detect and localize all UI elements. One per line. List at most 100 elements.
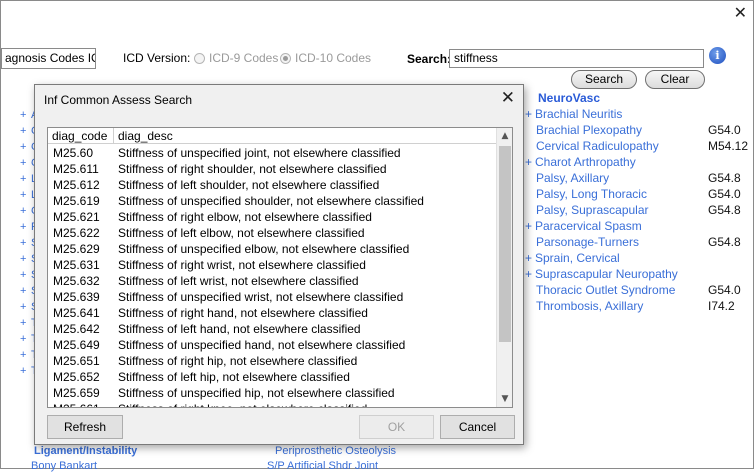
refresh-button[interactable]: Refresh xyxy=(47,415,123,439)
neurovasc-item[interactable]: Palsy, Axillary G54.8 xyxy=(525,171,751,187)
expand-icon[interactable]: + xyxy=(20,157,26,169)
expand-icon[interactable]: + xyxy=(20,109,26,121)
diag-desc-cell: Stiffness of left hand, not elsewhere cl… xyxy=(118,322,361,336)
neurovasc-item[interactable]: Parsonage-Turners G54.8 xyxy=(525,235,751,251)
window-close-icon[interactable]: ✕ xyxy=(734,5,747,21)
neurovasc-item[interactable]: Brachial Plexopathy G54.0 xyxy=(525,123,751,139)
expand-icon[interactable]: + xyxy=(525,251,532,265)
expand-icon[interactable]: + xyxy=(20,285,26,297)
expand-icon[interactable]: + xyxy=(20,221,26,233)
category-link[interactable]: Ligament/Instability xyxy=(34,445,137,457)
neurovasc-item[interactable]: + Sprain, Cervical xyxy=(525,251,751,267)
table-row[interactable]: M25.622 Stiffness of left elbow, not else… xyxy=(48,225,497,241)
table-row[interactable]: M25.659 Stiffness of unspecified hip, not… xyxy=(48,385,497,401)
expand-icon[interactable]: + xyxy=(20,253,26,265)
diag-code-cell: M25.649 xyxy=(53,338,100,352)
expand-icon[interactable]: + xyxy=(20,333,26,345)
expand-icon[interactable]: + xyxy=(20,301,26,313)
table-row[interactable]: M25.649 Stiffness of unspecified hand, no… xyxy=(48,337,497,353)
clear-button[interactable]: Clear xyxy=(645,70,705,89)
expand-icon[interactable]: + xyxy=(20,141,26,153)
expand-icon[interactable]: + xyxy=(20,173,26,185)
neurovasc-item[interactable]: Palsy, Suprascapular G54.8 xyxy=(525,203,751,219)
neurovasc-item[interactable]: + Suprascapular Neuropathy xyxy=(525,267,751,283)
neurovasc-item[interactable]: Thoracic Outlet Syndrome G54.0 xyxy=(525,283,751,299)
neurovasc-item-label[interactable]: Cervical Radiculopathy xyxy=(536,139,659,153)
neurovasc-title: NeuroVasc xyxy=(538,91,601,105)
neurovasc-item[interactable]: Palsy, Long Thoracic G54.0 xyxy=(525,187,751,203)
icd9-radio-dot[interactable] xyxy=(194,52,205,64)
neurovasc-item-code: G54.8 xyxy=(708,235,741,249)
diag-desc-cell: Stiffness of right knee, not elsewhere c… xyxy=(118,401,367,407)
neurovasc-item-label[interactable]: Charot Arthropathy xyxy=(535,155,636,169)
ok-button[interactable]: OK xyxy=(359,415,434,439)
expand-icon[interactable]: + xyxy=(20,189,26,201)
table-row[interactable]: M25.631 Stiffness of right wrist, not els… xyxy=(48,257,497,273)
diag-code-cell: M25.621 xyxy=(53,210,100,224)
expand-icon[interactable]: + xyxy=(525,219,532,233)
expand-icon[interactable]: + xyxy=(525,267,532,281)
neurovasc-item[interactable]: + Brachial Neuritis xyxy=(525,107,751,123)
table-row[interactable]: M25.641 Stiffness of right hand, not else… xyxy=(48,305,497,321)
table-row[interactable]: M25.652 Stiffness of left hip, not elsewh… xyxy=(48,369,497,385)
expand-icon[interactable]: + xyxy=(525,107,532,121)
cancel-button[interactable]: Cancel xyxy=(440,415,515,439)
neurovasc-item-label[interactable]: Thoracic Outlet Syndrome xyxy=(536,283,675,297)
neurovasc-item[interactable]: + Charot Arthropathy xyxy=(525,155,751,171)
scroll-up-icon[interactable]: ▲ xyxy=(497,128,512,144)
search-input[interactable]: stiffness xyxy=(449,49,704,68)
category-link[interactable]: S/P Artificial Shdr Joint xyxy=(267,460,378,472)
neurovasc-item-label[interactable]: Paracervical Spasm xyxy=(535,219,642,233)
neurovasc-item-code: I74.2 xyxy=(708,299,735,313)
table-row[interactable]: M25.611 Stiffness of right shoulder, not … xyxy=(48,161,497,177)
table-row[interactable]: M25.639 Stiffness of unspecified wrist, n… xyxy=(48,289,497,305)
expand-icon[interactable]: + xyxy=(20,125,26,137)
diagnosis-codes-tab[interactable]: agnosis Codes ICD xyxy=(1,48,96,69)
table-row[interactable]: M25.629 Stiffness of unspecified elbow, n… xyxy=(48,241,497,257)
table-row[interactable]: M25.612 Stiffness of left shoulder, not e… xyxy=(48,177,497,193)
table-row[interactable]: M25.60 Stiffness of unspecified joint, no… xyxy=(48,145,497,161)
neurovasc-item-label[interactable]: Palsy, Axillary xyxy=(536,171,609,185)
diag-code-cell: M25.661 xyxy=(53,401,100,407)
scroll-down-icon[interactable]: ▼ xyxy=(497,391,512,407)
table-row[interactable]: M25.642 Stiffness of left hand, not elsew… xyxy=(48,321,497,337)
expand-icon[interactable]: + xyxy=(20,317,26,329)
category-link[interactable]: Periprosthetic Osteolysis xyxy=(275,445,396,457)
expand-icon[interactable]: + xyxy=(20,365,26,377)
neurovasc-item-label[interactable]: Brachial Plexopathy xyxy=(536,123,642,137)
neurovasc-item-label[interactable]: Suprascapular Neuropathy xyxy=(535,267,678,281)
expand-icon[interactable]: + xyxy=(20,349,26,361)
table-row[interactable]: M25.632 Stiffness of left wrist, not else… xyxy=(48,273,497,289)
neurovasc-item-label[interactable]: Sprain, Cervical xyxy=(535,251,620,265)
icd9-radio[interactable]: ICD-9 Codes xyxy=(194,51,278,65)
diag-desc-cell: Stiffness of right elbow, not elsewhere … xyxy=(118,210,372,224)
table-row[interactable]: M25.621 Stiffness of right elbow, not els… xyxy=(48,209,497,225)
table-row[interactable]: M25.619 Stiffness of unspecified shoulder… xyxy=(48,193,497,209)
info-icon[interactable]: i xyxy=(709,47,726,64)
neurovasc-item-label[interactable]: Thrombosis, Axillary xyxy=(536,299,643,313)
neurovasc-item-label[interactable]: Palsy, Long Thoracic xyxy=(536,187,647,201)
table-row[interactable]: M25.661 Stiffness of right knee, not else… xyxy=(48,401,497,407)
expand-icon[interactable]: + xyxy=(20,237,26,249)
expand-icon[interactable]: + xyxy=(20,205,26,217)
dialog-close-icon[interactable]: ✕ xyxy=(501,88,515,108)
column-header-diag-desc[interactable]: diag_desc xyxy=(114,128,497,144)
diag-desc-cell: Stiffness of left shoulder, not elsewher… xyxy=(118,178,380,192)
table-row[interactable]: M25.651 Stiffness of right hip, not elsew… xyxy=(48,353,497,369)
neurovasc-item-label[interactable]: Brachial Neuritis xyxy=(535,107,622,121)
icd10-radio[interactable]: ICD-10 Codes xyxy=(280,51,371,65)
neurovasc-item[interactable]: Thrombosis, Axillary I74.2 xyxy=(525,299,751,315)
vertical-scrollbar[interactable]: ▲ ▼ xyxy=(496,128,512,407)
expand-icon[interactable]: + xyxy=(20,269,26,281)
column-header-diag-code[interactable]: diag_code xyxy=(48,128,114,144)
icd10-radio-dot[interactable] xyxy=(280,52,291,64)
neurovasc-item-label[interactable]: Palsy, Suprascapular xyxy=(536,203,649,217)
neurovasc-item-label[interactable]: Parsonage-Turners xyxy=(536,235,639,249)
diag-desc-cell: Stiffness of left hip, not elsewhere cla… xyxy=(118,370,350,384)
search-button[interactable]: Search xyxy=(571,70,637,89)
category-link[interactable]: Bony Bankart xyxy=(31,460,97,472)
scrollbar-thumb[interactable] xyxy=(499,146,511,342)
neurovasc-item[interactable]: Cervical Radiculopathy M54.12 xyxy=(525,139,751,155)
neurovasc-item[interactable]: + Paracervical Spasm xyxy=(525,219,751,235)
expand-icon[interactable]: + xyxy=(525,155,532,169)
